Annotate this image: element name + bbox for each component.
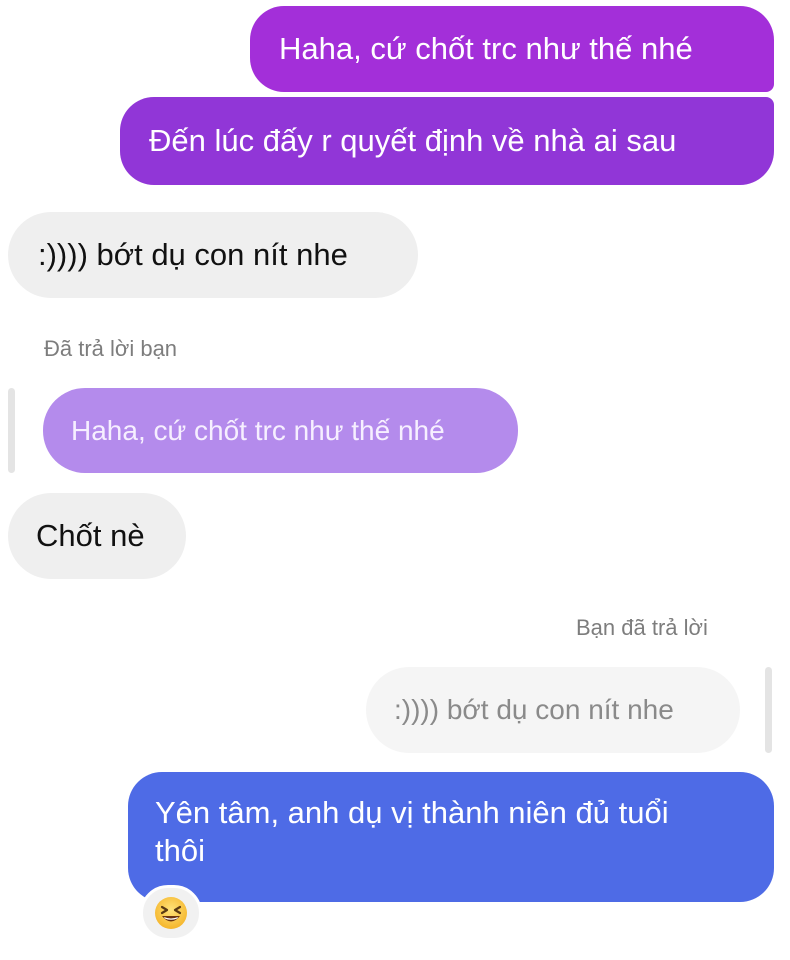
message-text: Haha, cứ chốt trc như thế nhé	[279, 31, 693, 66]
message-text: Đến lúc đấy r quyết định về nhà ai sau	[149, 123, 677, 158]
message-text: :)))) bớt dụ con nít nhe	[38, 237, 348, 272]
message-text-line: thôi	[155, 833, 205, 868]
sent-message-bubble[interactable]: Yên tâm, anh dụ vị thành niên đủ tuổi th…	[128, 772, 774, 902]
quoted-message-text: :)))) bớt dụ con nít nhe	[394, 694, 674, 725]
sent-message-bubble[interactable]: Haha, cứ chốt trc như thế nhé	[250, 6, 774, 92]
reply-indicator-bar	[765, 667, 772, 753]
message-text-line: Yên tâm, anh dụ vị thành niên đủ tuổi	[155, 795, 669, 830]
received-message-bubble[interactable]: Chốt nè	[8, 493, 186, 579]
laughing-squint-emoji-icon	[155, 897, 187, 929]
sent-message-bubble[interactable]: Đến lúc đấy r quyết định về nhà ai sau	[120, 97, 774, 185]
reply-label: Bạn đã trả lời	[576, 615, 708, 640]
message-reaction[interactable]	[140, 885, 202, 941]
reply-label: Đã trả lời bạn	[44, 336, 178, 361]
reply-indicator-bar	[8, 388, 15, 473]
quoted-message-bubble[interactable]: Haha, cứ chốt trc như thế nhé	[43, 388, 518, 473]
received-message-bubble[interactable]: :)))) bớt dụ con nít nhe	[8, 212, 418, 298]
message-text: Chốt nè	[36, 518, 145, 553]
quoted-message-text: Haha, cứ chốt trc như thế nhé	[71, 414, 445, 446]
quoted-message-bubble[interactable]: :)))) bớt dụ con nít nhe	[366, 667, 740, 753]
